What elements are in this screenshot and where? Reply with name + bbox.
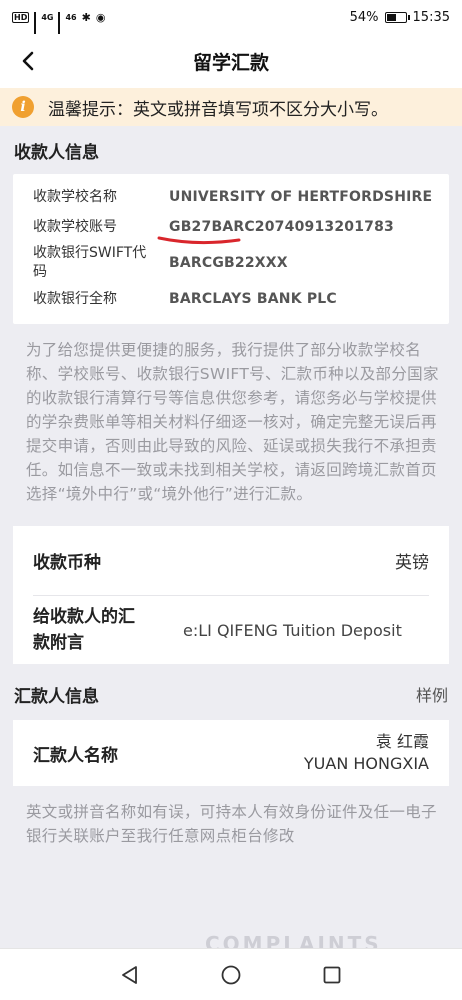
info-row-school-name: 收款学校名称 UNIVERSITY OF HERTFORDSHIRE xyxy=(33,182,449,212)
memo-value: e:LI QIFENG Tuition Deposit xyxy=(183,620,402,640)
signal-icon-2 xyxy=(58,11,61,41)
wechat-icon: ◉ xyxy=(95,10,106,24)
red-underline-mark xyxy=(157,236,241,245)
back-button[interactable] xyxy=(14,47,42,75)
remitter-name-row: 汇款人名称 袁 红霞 YUAN HONGXIA xyxy=(33,720,429,786)
payee-notice: 为了给您提供更便捷的服务，我行提供了部分收款学校名称、学校账号、收款银行SWIF… xyxy=(26,341,439,503)
remitter-notice: 英文或拼音名称如有误，可持本人有效身份证件及任一电子银行关联账户至我行任意网点柜… xyxy=(26,803,437,845)
remitter-box: 汇款人名称 袁 红霞 YUAN HONGXIA xyxy=(13,720,449,786)
school-name-value: UNIVERSITY OF HERTFORDSHIRE xyxy=(169,189,433,205)
bank-name-label: 收款银行全称 xyxy=(33,290,117,307)
app-header: 留学汇款 xyxy=(0,34,462,88)
memo-label: 给收款人的汇款附言 xyxy=(33,607,135,653)
transfer-box: 收款币种 英镑 给收款人的汇款附言 e:LI QIFENG Tuition De… xyxy=(13,526,449,664)
remitter-section-title: 汇款人信息 样例 xyxy=(0,668,462,720)
info-icon: i xyxy=(12,96,34,118)
system-nav-bar xyxy=(0,948,462,1000)
swift-label: 收款银行SWIFT代码 xyxy=(33,245,147,280)
memo-row: 给收款人的汇款附言 e:LI QIFENG Tuition Deposit xyxy=(33,596,429,664)
info-row-swift: 收款银行SWIFT代码 BARCGB22XXX xyxy=(33,242,449,284)
triangle-back-icon xyxy=(122,965,138,984)
currency-label: 收款币种 xyxy=(33,553,101,573)
square-recents-icon xyxy=(323,966,341,983)
payee-info-card: 收款学校名称 UNIVERSITY OF HERTFORDSHIRE 收款学校账… xyxy=(13,174,449,324)
currency-row[interactable]: 收款币种 英镑 xyxy=(33,526,429,596)
circle-home-icon xyxy=(221,965,241,984)
battery-fill xyxy=(386,13,396,21)
status-bar: HD 4G 46 ✱ ◉ 54% 15:35 xyxy=(0,0,462,41)
remitter-name-cn: 袁 红霞 xyxy=(375,732,429,751)
nav-recents-button[interactable] xyxy=(317,960,347,990)
hd-badge: HD xyxy=(12,11,30,23)
sample-link[interactable]: 样例 xyxy=(416,682,448,706)
network-4g-label: 4G xyxy=(41,12,54,22)
account-value-wrap: GB27BARC20740913201783 xyxy=(157,219,394,245)
currency-value: 英镑 xyxy=(395,553,429,573)
tip-banner: i 温馨提示：英文或拼音填写项不区分大小写。 xyxy=(0,88,462,126)
battery-percent: 54% xyxy=(349,9,379,25)
remitter-name-value: 袁 红霞 YUAN HONGXIA xyxy=(304,731,429,775)
school-name-label: 收款学校名称 xyxy=(33,188,117,205)
signal-icon xyxy=(34,11,37,41)
network-46-label: 46 xyxy=(65,12,77,22)
clock: 15:35 xyxy=(412,9,450,25)
remitter-section-label: 汇款人信息 xyxy=(14,686,99,707)
tip-text: 温馨提示：英文或拼音填写项不区分大小写。 xyxy=(48,99,388,120)
nav-back-button[interactable] xyxy=(115,960,145,990)
payee-section-label: 收款人信息 xyxy=(14,142,99,163)
bank-name-value: BARCLAYS BANK PLC xyxy=(169,291,337,307)
info-row-account: 收款学校账号 GB27BARC20740913201783 xyxy=(33,212,449,245)
info-row-bank-name: 收款银行全称 BARCLAYS BANK PLC xyxy=(33,284,449,314)
remitter-name-en: YUAN HONGXIA xyxy=(303,754,429,773)
account-label: 收款学校账号 xyxy=(33,218,117,235)
remitter-name-label: 汇款人名称 xyxy=(33,745,118,766)
swift-value: BARCGB22XXX xyxy=(169,255,288,271)
status-left: HD 4G 46 ✱ ◉ xyxy=(12,10,106,41)
memo-input[interactable]: e:LI QIFENG Tuition Deposit xyxy=(183,621,429,640)
page-title: 留学汇款 xyxy=(192,51,269,74)
chevron-left-icon xyxy=(22,51,34,71)
status-right: 54% 15:35 xyxy=(350,10,450,25)
payee-section-title: 收款人信息 xyxy=(0,126,462,174)
nav-home-button[interactable] xyxy=(216,960,246,990)
battery-icon xyxy=(384,11,410,23)
bluetooth-icon: ✱ xyxy=(81,10,91,24)
account-value: GB27BARC20740913201783 xyxy=(169,219,394,235)
